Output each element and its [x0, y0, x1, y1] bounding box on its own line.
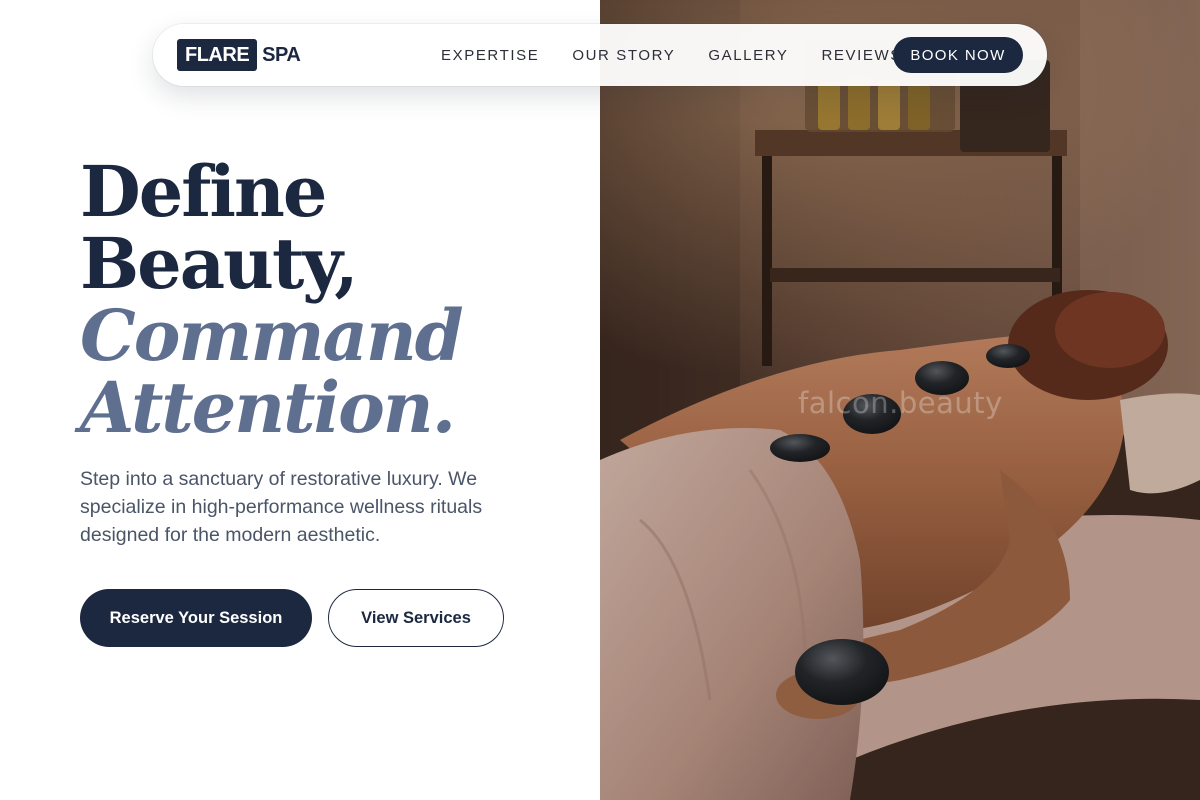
- reserve-session-button[interactable]: Reserve Your Session: [80, 589, 312, 647]
- headline-line-1: Define: [80, 150, 327, 233]
- book-now-button[interactable]: BOOK NOW: [893, 37, 1023, 73]
- logo-box: FLARE: [177, 39, 258, 71]
- nav-link-expertise[interactable]: EXPERTISE: [441, 47, 539, 64]
- nav-link-reviews[interactable]: REVIEWS: [822, 47, 902, 64]
- view-services-button[interactable]: View Services: [328, 589, 504, 647]
- brand-logo[interactable]: FLARE SPA: [177, 39, 301, 71]
- headline-line-3: Command: [80, 294, 464, 377]
- hero-headline: Define Beauty, Command Attention.: [80, 150, 464, 449]
- headline-line-4: Attention.: [80, 366, 456, 449]
- logo-text: SPA: [262, 43, 301, 66]
- image-watermark: falcon.beauty: [798, 386, 1003, 420]
- nav-link-our-story[interactable]: OUR STORY: [572, 47, 675, 64]
- nav-links: EXPERTISE OUR STORY GALLERY REVIEWS: [441, 24, 935, 86]
- hero-description: Step into a sanctuary of restorative lux…: [80, 468, 483, 546]
- headline-line-2: Beauty,: [80, 222, 359, 305]
- hero-image: falcon.beauty: [600, 0, 1200, 800]
- top-navbar: FLARE SPA EXPERTISE OUR STORY GALLERY RE…: [153, 24, 1047, 86]
- nav-link-gallery[interactable]: GALLERY: [708, 47, 788, 64]
